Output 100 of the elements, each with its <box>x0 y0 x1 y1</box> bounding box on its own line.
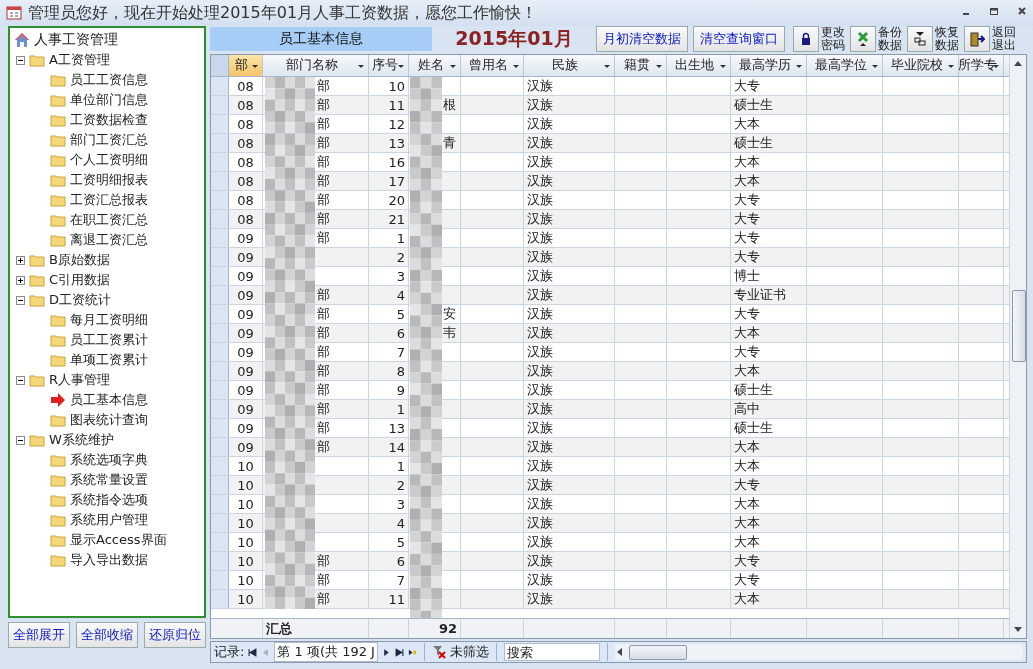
first-record-icon[interactable] <box>248 647 258 657</box>
tree-item[interactable]: 个人工资明细 <box>70 151 148 169</box>
collapse-icon[interactable] <box>16 435 25 445</box>
tree-item[interactable]: 系统指令选项 <box>70 491 148 509</box>
row-selector[interactable] <box>211 438 229 456</box>
column-header[interactable]: 曾用名 <box>461 55 524 76</box>
action-button[interactable]: 清空查询窗口 <box>693 26 785 52</box>
tree-item[interactable]: 单位部门信息 <box>70 91 148 109</box>
tree-button[interactable]: 全部收缩 <box>76 622 138 648</box>
column-header[interactable]: 部门名称 <box>263 55 369 76</box>
row-selector[interactable] <box>211 400 229 418</box>
scroll-down-icon[interactable] <box>1013 626 1023 634</box>
collapse-icon[interactable] <box>16 55 25 65</box>
row-selector[interactable] <box>211 153 229 171</box>
new-record-icon[interactable] <box>407 647 417 657</box>
row-selector[interactable] <box>211 457 229 475</box>
column-header[interactable]: 序号 <box>369 55 409 76</box>
scroll-thumb[interactable] <box>1012 290 1026 362</box>
row-selector[interactable] <box>211 191 229 209</box>
column-header[interactable]: 最高学历 <box>731 55 807 76</box>
tree-item[interactable]: 图表统计查询 <box>70 411 148 429</box>
dropdown-icon[interactable] <box>397 62 405 70</box>
close-icon[interactable] <box>1017 6 1027 16</box>
tree-button[interactable]: 还原归位 <box>144 622 206 648</box>
tree-item[interactable]: 工资明细报表 <box>70 171 148 189</box>
tree-item[interactable]: 每月工资明细 <box>70 311 148 329</box>
expand-icon[interactable] <box>16 255 25 265</box>
action-button[interactable]: 月初清空数据 <box>596 26 688 52</box>
tree-item[interactable]: 系统常量设置 <box>70 471 148 489</box>
scroll-thumb[interactable] <box>628 644 687 660</box>
column-header[interactable]: 毕业院校 <box>883 55 959 76</box>
row-selector[interactable] <box>211 590 229 608</box>
row-selector[interactable] <box>211 533 229 551</box>
row-selector[interactable] <box>211 172 229 190</box>
row-selector[interactable] <box>211 476 229 494</box>
row-selector[interactable] <box>211 134 229 152</box>
collapse-icon[interactable] <box>16 295 25 305</box>
tree-root-label[interactable]: 人事工资管理 <box>34 31 118 49</box>
tree-item[interactable]: 在职工资汇总 <box>70 211 148 229</box>
expand-icon[interactable] <box>16 275 25 285</box>
tree-item[interactable]: 员工工资累计 <box>70 331 148 349</box>
row-selector[interactable] <box>211 286 229 304</box>
row-selector[interactable] <box>211 229 229 247</box>
column-header[interactable]: 民族 <box>524 55 615 76</box>
column-header[interactable]: 部 <box>229 55 263 76</box>
tree-item[interactable]: 员工工资信息 <box>70 71 148 89</box>
dropdown-icon[interactable] <box>719 62 727 70</box>
dropdown-icon[interactable] <box>512 62 520 70</box>
tree-item[interactable]: 显示Access界面 <box>70 531 167 549</box>
row-selector[interactable] <box>211 305 229 323</box>
filter-icon[interactable] <box>431 645 446 659</box>
last-record-icon[interactable] <box>394 647 404 657</box>
dropdown-icon[interactable] <box>251 62 259 70</box>
dropdown-icon[interactable] <box>449 62 457 70</box>
dropdown-icon[interactable] <box>357 62 365 70</box>
tree-item[interactable]: 工资数据检查 <box>70 111 148 129</box>
row-selector[interactable] <box>211 571 229 589</box>
row-selector[interactable] <box>211 96 229 114</box>
select-all-corner[interactable] <box>211 55 229 76</box>
dropdown-icon[interactable] <box>603 62 611 70</box>
row-selector[interactable] <box>211 495 229 513</box>
tree-item[interactable]: W系统维护 <box>49 431 114 449</box>
column-header[interactable]: 最高学位 <box>807 55 883 76</box>
tree-item[interactable]: 离退工资汇总 <box>70 231 148 249</box>
row-selector[interactable] <box>211 362 229 380</box>
row-selector[interactable] <box>211 514 229 532</box>
icon-button[interactable] <box>793 26 819 52</box>
scroll-up-icon[interactable] <box>1013 59 1023 67</box>
tree-item[interactable]: 导入导出数据 <box>70 551 148 569</box>
filter-status[interactable]: 未筛选 <box>449 643 489 661</box>
tree-item[interactable]: R人事管理 <box>49 371 111 389</box>
column-header[interactable]: 籍贯 <box>615 55 667 76</box>
tree-button[interactable]: 全部展开 <box>8 622 70 648</box>
icon-button[interactable] <box>907 26 933 52</box>
collapse-icon[interactable] <box>16 375 25 385</box>
row-selector[interactable] <box>211 381 229 399</box>
horizontal-scrollbar[interactable] <box>614 644 1023 660</box>
tree-item[interactable]: A工资管理 <box>49 51 110 69</box>
maximize-icon[interactable] <box>989 6 999 16</box>
dropdown-icon[interactable] <box>795 62 803 70</box>
dropdown-icon[interactable] <box>655 62 663 70</box>
vertical-scrollbar[interactable] <box>1009 55 1026 638</box>
tree-item[interactable]: 员工基本信息 <box>70 391 148 409</box>
column-header[interactable]: 出生地 <box>667 55 731 76</box>
record-position-field[interactable]: 第 1 项(共 192 J <box>274 642 378 662</box>
dropdown-icon[interactable] <box>947 62 955 70</box>
row-selector[interactable] <box>211 343 229 361</box>
row-selector[interactable] <box>211 210 229 228</box>
column-header[interactable]: 姓名 <box>409 55 461 76</box>
tree-item[interactable]: 工资汇总报表 <box>70 191 148 209</box>
row-selector[interactable] <box>211 77 229 95</box>
row-selector[interactable] <box>211 267 229 285</box>
tree-item[interactable]: 单项工资累计 <box>70 351 148 369</box>
tree-item[interactable]: 系统选项字典 <box>70 451 148 469</box>
row-selector[interactable] <box>211 324 229 342</box>
next-record-icon[interactable] <box>381 647 391 657</box>
tree-item[interactable]: D工资统计 <box>49 291 111 309</box>
tree-item[interactable]: C引用数据 <box>49 271 111 289</box>
dropdown-icon[interactable] <box>871 62 879 70</box>
icon-button[interactable] <box>964 26 990 52</box>
